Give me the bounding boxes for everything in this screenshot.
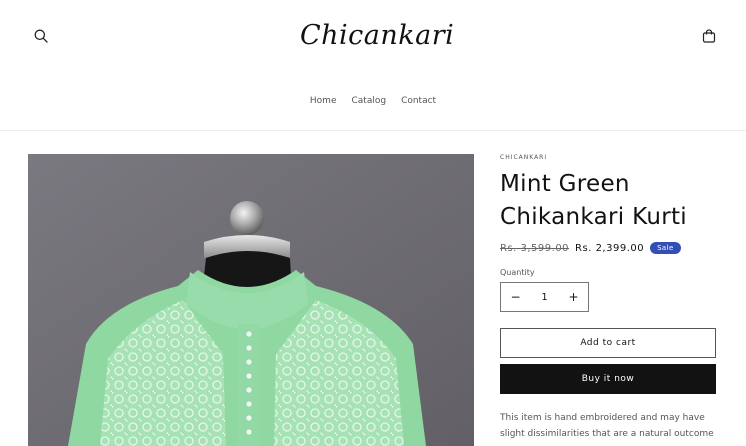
nav-item-contact[interactable]: Contact: [401, 96, 436, 106]
search-button[interactable]: [28, 23, 54, 49]
site-header: Chicankari Home Catalog Contact: [0, 0, 746, 131]
shopping-bag-icon: [702, 29, 716, 43]
product-vendor: CHICANKARI: [500, 154, 548, 161]
nav-item-home[interactable]: Home: [310, 96, 337, 106]
quantity-stepper: − 1 +: [500, 282, 589, 312]
search-icon: [34, 29, 48, 43]
site-logo[interactable]: Chicankari: [300, 16, 454, 56]
product-info: CHICANKARI Mint Green Chikankari Kurti R…: [500, 154, 716, 442]
product-title-line1: Mint Green: [500, 171, 630, 197]
main-nav: Home Catalog Contact: [0, 96, 746, 106]
price-row: Rs. 3,599.00 Rs. 2,399.00 Sale: [500, 242, 716, 254]
cart-button[interactable]: [696, 23, 722, 49]
quantity-increase-button[interactable]: +: [559, 290, 588, 304]
quantity-label: Quantity: [500, 268, 535, 277]
add-to-cart-button[interactable]: Add to cart: [500, 328, 716, 358]
product-title: Mint Green Chikankari Kurti: [500, 168, 716, 234]
product-image[interactable]: 12: [28, 154, 474, 446]
quantity-decrease-button[interactable]: −: [501, 290, 530, 304]
quantity-input[interactable]: 1: [530, 292, 559, 303]
product-photo: 12: [28, 154, 474, 446]
sale-price: Rs. 2,399.00: [575, 242, 645, 254]
regular-price: Rs. 3,599.00: [500, 242, 570, 254]
nav-item-catalog[interactable]: Catalog: [351, 96, 386, 106]
buy-now-button[interactable]: Buy it now: [500, 364, 716, 394]
product-title-line2: Chikankari Kurti: [500, 204, 687, 230]
sale-badge: Sale: [650, 242, 681, 254]
product-description: This item is hand embroidered and may ha…: [500, 413, 714, 439]
